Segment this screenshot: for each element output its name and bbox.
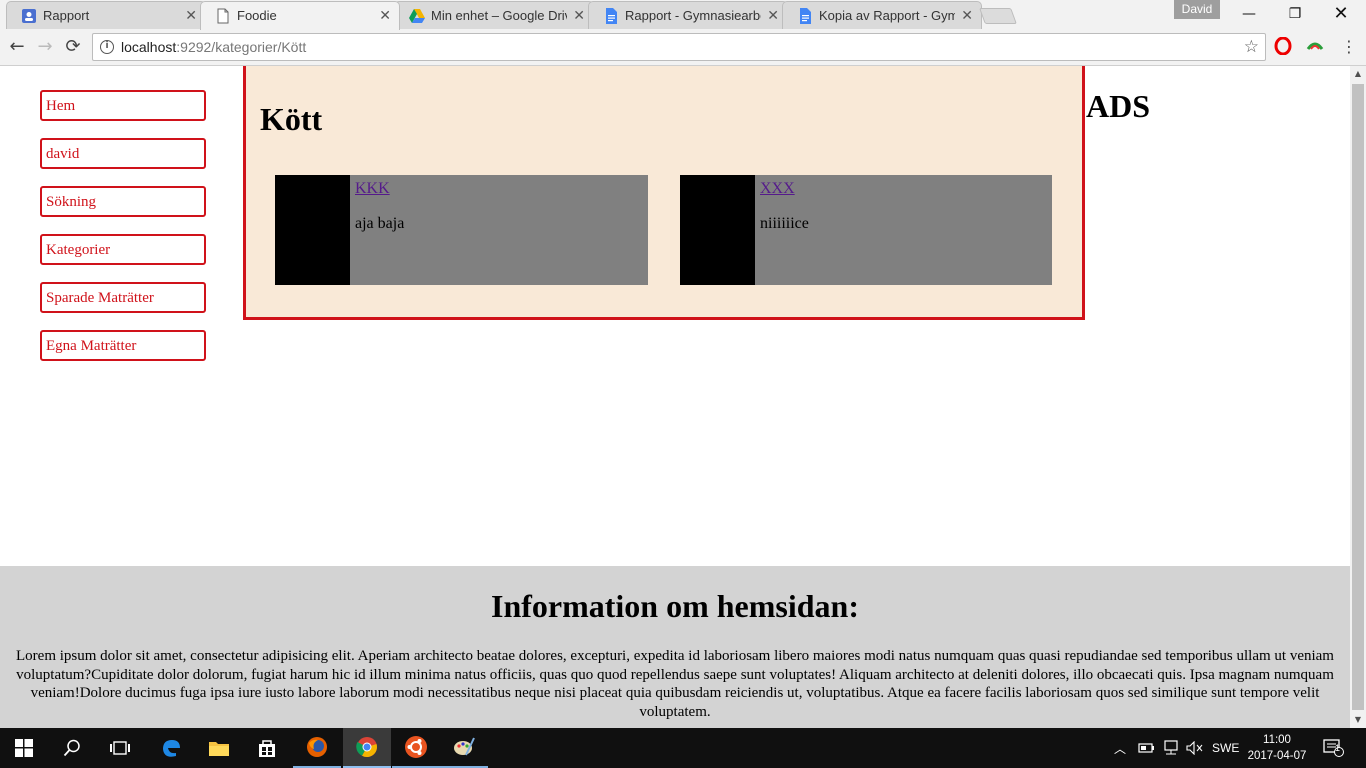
language-indicator[interactable]: SWE [1212, 728, 1239, 768]
show-hidden-icons-icon[interactable]: ︿ [1114, 728, 1126, 768]
battery-icon[interactable] [1138, 728, 1156, 768]
file-explorer-icon[interactable] [195, 728, 243, 768]
recipe-description: aja baja [355, 215, 405, 232]
url-host: localhost [121, 39, 177, 55]
google-docs-icon [606, 8, 617, 24]
window-close-icon[interactable]: ✕ [1318, 0, 1364, 28]
tab-title: Rapport [43, 8, 90, 23]
minimize-icon[interactable]: — [1226, 0, 1272, 28]
category-content: Kött KKK aja baja XXX niiiiiice [243, 66, 1085, 320]
close-icon[interactable]: ✕ [573, 7, 585, 24]
paint-icon[interactable] [440, 728, 488, 768]
tab-title: Rapport - Gymnasiearbete [625, 8, 761, 23]
start-windows-icon[interactable] [0, 728, 48, 768]
new-tab-button[interactable] [979, 8, 1017, 24]
recipe-description: niiiiiice [760, 215, 809, 232]
menu-dots-icon[interactable]: ⋮ [1338, 36, 1360, 58]
tab-rapport-gymnasiearbete[interactable]: Rapport - Gymnasiearbete ✕ [588, 1, 788, 29]
notification-count: 1 [1335, 743, 1341, 753]
recipe-card[interactable]: KKK aja baja [275, 175, 648, 285]
footer-text: Lorem ipsum dolor sit amet, consectetur … [16, 648, 1334, 720]
close-icon[interactable]: ✕ [961, 7, 973, 24]
tab-google-drive[interactable]: Min enhet – Google Drive ✕ [394, 1, 594, 29]
browser-toolbar: ← → ⟳ i localhost:9292/kategorier/Kött ☆… [0, 29, 1366, 66]
tab-rapport[interactable]: Rapport ✕ [6, 1, 206, 29]
sidebar-item-egna-matratter[interactable]: Egna Maträtter [40, 330, 206, 361]
contacts-icon [22, 9, 36, 23]
close-icon[interactable]: ✕ [185, 7, 197, 24]
clock-time: 11:00 [1263, 734, 1291, 746]
browser-tab-strip: Rapport ✕ Foodie ✕ Min enhet – Google Dr… [0, 0, 1366, 30]
vertical-scrollbar[interactable]: ▲ ▼ [1350, 66, 1366, 728]
network-icon[interactable] [1162, 728, 1180, 768]
url-text: localhost:9292/kategorier/Kött [121, 39, 306, 55]
search-icon[interactable] [48, 728, 96, 768]
page-title: Kött [260, 101, 323, 137]
url-path: :9292/kategorier/Kött [176, 39, 307, 55]
info-icon[interactable]: i [100, 40, 114, 54]
sidebar-item-david[interactable]: david [40, 138, 206, 169]
ubuntu-icon[interactable] [392, 728, 440, 768]
recipe-thumbnail[interactable] [680, 175, 755, 285]
google-docs-icon [800, 8, 811, 24]
sidebar-item-sokning[interactable]: Sökning [40, 186, 206, 217]
recipe-title-link[interactable]: KKK [355, 180, 390, 198]
firefox-icon[interactable] [293, 728, 341, 768]
scrollbar-thumb[interactable] [1352, 84, 1364, 710]
restore-icon[interactable]: ❐ [1272, 0, 1318, 28]
clock-date: 2017-04-07 [1247, 750, 1307, 762]
tab-foodie[interactable]: Foodie ✕ [200, 1, 400, 30]
scroll-down-arrow-icon[interactable]: ▼ [1350, 712, 1366, 728]
clock[interactable]: 11:00 2017-04-07 [1246, 732, 1308, 764]
reload-icon[interactable]: ⟳ [62, 36, 84, 58]
action-center-icon[interactable]: 1 [1322, 728, 1344, 768]
opera-extension-icon[interactable] [1274, 37, 1292, 55]
address-bar[interactable]: i localhost:9292/kategorier/Kött ☆ [92, 33, 1266, 61]
recipe-thumbnail[interactable] [275, 175, 350, 285]
task-view-icon[interactable] [96, 728, 144, 768]
extension-icon[interactable] [1306, 37, 1324, 55]
page-viewport: Hem david Sökning Kategorier Sparade Mat… [0, 66, 1350, 728]
close-icon[interactable]: ✕ [379, 7, 391, 24]
tab-kopia-rapport[interactable]: Kopia av Rapport - Gymnasiearbete ✕ [782, 1, 982, 29]
scroll-up-arrow-icon[interactable]: ▲ [1350, 66, 1366, 82]
recipe-title-link[interactable]: XXX [760, 180, 795, 198]
bookmark-star-icon[interactable]: ☆ [1244, 37, 1259, 57]
profile-button[interactable]: David [1174, 0, 1220, 19]
site-footer: Information om hemsidan: Lorem ipsum dol… [0, 566, 1350, 728]
sidebar-item-sparade-matratter[interactable]: Sparade Maträtter [40, 282, 206, 313]
windows-taskbar: ︿ SWE 11:00 2017-04-07 1 [0, 728, 1366, 768]
sidebar-nav: Hem david Sökning Kategorier Sparade Mat… [40, 90, 206, 378]
recipe-card[interactable]: XXX niiiiiice [680, 175, 1052, 285]
ads-heading: ADS [1086, 88, 1151, 124]
sidebar-item-kategorier[interactable]: Kategorier [40, 234, 206, 265]
tab-title: Kopia av Rapport - Gymnasiearbete [819, 8, 955, 23]
chrome-icon[interactable] [343, 728, 391, 768]
footer-heading: Information om hemsidan: [490, 588, 859, 624]
store-icon[interactable] [243, 728, 291, 768]
sidebar-item-hem[interactable]: Hem [40, 90, 206, 121]
forward-arrow-icon[interactable]: → [34, 36, 56, 58]
back-arrow-icon[interactable]: ← [6, 36, 28, 58]
close-icon[interactable]: ✕ [767, 7, 779, 24]
google-drive-icon [409, 9, 425, 23]
edge-browser-icon[interactable] [147, 728, 195, 768]
tab-title: Foodie [237, 8, 277, 23]
tab-title: Min enhet – Google Drive [431, 8, 567, 23]
page-icon [217, 8, 229, 24]
volume-muted-icon[interactable] [1186, 728, 1204, 768]
